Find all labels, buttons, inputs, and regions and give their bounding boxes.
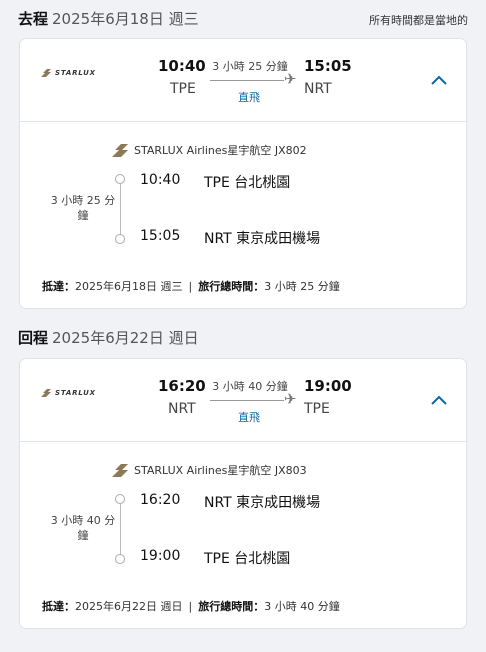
segment-arr-place: NRT 東京成田機場 <box>204 231 321 247</box>
dep-code: TPE <box>170 81 196 97</box>
arr-time: 19:00 <box>304 377 352 395</box>
segment-dep-place: TPE 台北桃園 <box>204 175 291 191</box>
outbound-title: 去程 2025年6月18日 週三 <box>18 8 199 29</box>
chevron-up-icon[interactable] <box>430 392 448 410</box>
route-line <box>210 80 284 81</box>
segment-dep-place: NRT 東京成田機場 <box>204 495 321 511</box>
timeline-dot-arr <box>115 234 125 244</box>
total-label: 旅行總時間： <box>198 280 265 293</box>
arrive-label: 抵達： <box>42 600 75 613</box>
airline-row: STARLUX Airlines星宇航空 JX802 <box>111 142 307 158</box>
segment-duration: 3 小時 25 分鐘 <box>50 194 116 222</box>
arrival-summary: 抵達：2025年6月22日 週日 | 旅行總時間：3 小時 40 分鐘 <box>42 598 340 614</box>
arrive-value: 2025年6月22日 週日 <box>75 600 183 613</box>
arrive-value: 2025年6月18日 週三 <box>75 280 183 293</box>
timeline-dot-dep <box>115 174 125 184</box>
arrival-summary: 抵達：2025年6月18日 週三 | 旅行總時間：3 小時 25 分鐘 <box>42 278 340 294</box>
segment-duration: 3 小時 40 分鐘 <box>50 514 116 542</box>
airline-name: STARLUX Airlines星宇航空 JX803 <box>134 464 307 477</box>
separator: | <box>188 600 193 613</box>
starlux-logo-icon <box>41 69 51 77</box>
starlux-logo-icon <box>41 389 51 397</box>
arr-code: NRT <box>304 81 332 97</box>
plane-icon: ✈ <box>284 70 297 88</box>
route-line <box>210 400 284 401</box>
return-summary[interactable]: STARLUX 16:20 NRT 3 小時 40 分鐘 ✈ 直飛 19:00 … <box>20 359 466 442</box>
direct-label: 直飛 <box>238 91 260 104</box>
segment-dep-time: 16:20 <box>140 492 181 508</box>
segment-arr-time: 15:05 <box>140 228 181 244</box>
return-detail: STARLUX Airlines星宇航空 JX803 3 小時 40 分鐘 16… <box>20 442 466 628</box>
return-header: 回程 2025年6月22日 週日 <box>18 327 468 348</box>
segment-dep-time: 10:40 <box>140 172 181 188</box>
separator: | <box>188 280 193 293</box>
arr-time: 15:05 <box>304 57 352 75</box>
logo-text: STARLUX <box>55 389 96 397</box>
outbound-detail: STARLUX Airlines星宇航空 JX802 3 小時 25 分鐘 10… <box>20 122 466 308</box>
logo-text: STARLUX <box>55 69 96 77</box>
arrive-label: 抵達： <box>42 280 75 293</box>
airline-row: STARLUX Airlines星宇航空 JX803 <box>111 462 307 478</box>
starlux-logo: STARLUX <box>40 388 96 398</box>
timeline-line <box>119 184 121 238</box>
total-label: 旅行總時間： <box>198 600 265 613</box>
dep-time: 16:20 <box>158 377 206 395</box>
outbound-summary[interactable]: STARLUX 10:40 TPE 3 小時 25 分鐘 ✈ 直飛 15:05 … <box>20 39 466 122</box>
direct-label: 直飛 <box>238 411 260 424</box>
timeline-dot-dep <box>115 494 125 504</box>
starlux-logo: STARLUX <box>40 68 96 78</box>
airline-name: STARLUX Airlines星宇航空 JX802 <box>134 144 307 157</box>
segment-arr-time: 19:00 <box>140 548 181 564</box>
local-time-note: 所有時間都是當地的 <box>369 14 468 27</box>
outbound-date: 2025年6月18日 週三 <box>52 10 199 28</box>
total-value: 3 小時 40 分鐘 <box>264 600 340 613</box>
timeline-line <box>119 504 121 558</box>
outbound-label: 去程 <box>18 10 49 28</box>
return-label: 回程 <box>18 329 49 347</box>
outbound-header: 去程 2025年6月18日 週三 所有時間都是當地的 <box>18 8 468 29</box>
return-card: STARLUX 16:20 NRT 3 小時 40 分鐘 ✈ 直飛 19:00 … <box>19 358 467 629</box>
total-value: 3 小時 25 分鐘 <box>264 280 340 293</box>
chevron-up-icon[interactable] <box>430 72 448 90</box>
dep-code: NRT <box>168 401 196 417</box>
segment-arr-place: TPE 台北桃園 <box>204 551 291 567</box>
starlux-logo-icon <box>112 144 128 157</box>
return-date: 2025年6月22日 週日 <box>52 329 199 347</box>
plane-icon: ✈ <box>284 390 297 408</box>
starlux-logo-icon <box>112 464 128 477</box>
return-title: 回程 2025年6月22日 週日 <box>18 327 199 348</box>
dep-time: 10:40 <box>158 57 206 75</box>
outbound-card: STARLUX 10:40 TPE 3 小時 25 分鐘 ✈ 直飛 15:05 … <box>19 38 467 309</box>
arr-code: TPE <box>304 401 330 417</box>
timeline-dot-arr <box>115 554 125 564</box>
